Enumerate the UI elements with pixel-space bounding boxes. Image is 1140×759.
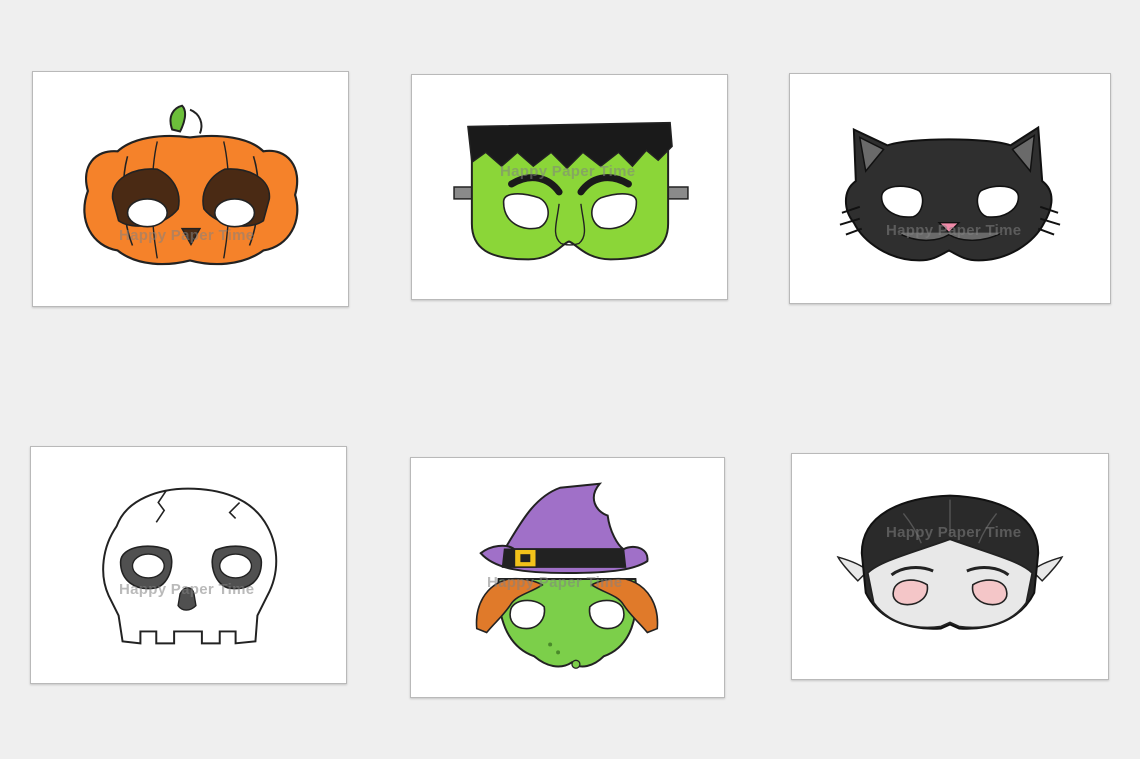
mask-card-frankenstein[interactable]: Happy Paper Time	[411, 74, 728, 300]
witch-mask-image	[475, 482, 659, 669]
pumpkin-mask-image	[83, 104, 299, 266]
mask-card-vampire[interactable]: Happy Paper Time	[791, 453, 1109, 680]
skull-mask-image	[102, 487, 278, 645]
mask-card-black-cat[interactable]: Happy Paper Time	[789, 73, 1111, 304]
mask-card-pumpkin[interactable]: Happy Paper Time	[32, 71, 349, 307]
mask-card-witch[interactable]: Happy Paper Time	[410, 457, 725, 698]
black-cat-mask-image	[839, 125, 1061, 262]
vampire-mask-image	[836, 494, 1064, 630]
mask-card-skull[interactable]: Happy Paper Time	[30, 446, 347, 684]
frankenstein-mask-image	[453, 121, 689, 261]
